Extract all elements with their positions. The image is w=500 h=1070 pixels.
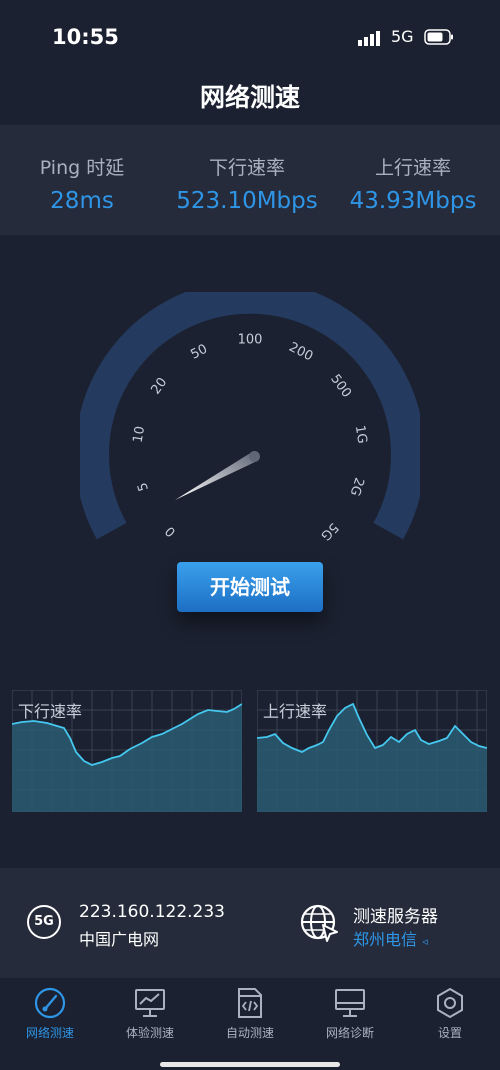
download-stat: 下行速率 523.10Mbps [162,153,332,214]
gauge-ticks: 0 5 10 20 50 100 200 500 1G 2G 5G [131,333,370,543]
download-graph: 下行速率 [11,689,243,813]
upload-value: 43.93Mbps [349,188,477,214]
gauge-needle [175,452,257,500]
globe-cursor-icon[interactable] [299,903,341,945]
gauge-tick-label: 0 [163,523,179,539]
gauge-tick-label: 5 [135,480,152,493]
monitor-chart-icon [135,989,165,1017]
ip-address: 223.160.122.233 [79,902,226,922]
tab-network-speed[interactable]: 网络测速 [10,986,90,1041]
start-test-button[interactable]: 开始测试 [177,562,323,612]
server-label: 测速服务器 [353,907,438,927]
5g-badge-icon: 5G [27,905,61,939]
gauge-tick-label: 2G [347,476,367,498]
download-graph-label: 下行速率 [18,702,83,721]
upload-graph-label: 上行速率 [263,702,328,721]
tab-settings[interactable]: 设置 [410,986,490,1041]
tab-label: 网络诊断 [325,1026,374,1040]
gauge-tick-label: 50 [188,342,210,363]
ping-value: 28ms [50,188,114,214]
server-selector[interactable]: 郑州电信 ◃ [353,926,428,950]
download-value: 523.10Mbps [176,188,318,214]
bottom-tab-bar: 网络测速 体验测速 自动测速 网络诊断 设置 [0,980,500,1070]
tab-auto-speed[interactable]: 自动测速 [210,986,290,1041]
gauge-tick-label: 100 [238,333,263,348]
tab-label: 自动测速 [225,1026,274,1040]
status-bar: 10:55 5G [0,0,500,70]
tab-label: 体验测速 [125,1026,174,1040]
gauge-tick-label: 10 [131,425,148,444]
isp-name: 中国广电网 [79,930,160,949]
home-indicator [160,1062,340,1067]
stats-panel: Ping 时延 28ms 下行速率 523.10Mbps 上行速率 43.93M… [0,125,500,235]
download-label: 下行速率 [208,157,285,179]
tab-network-diagnosis[interactable]: 网络诊断 [310,986,390,1041]
upload-stat: 上行速率 43.93Mbps [328,153,498,214]
ping-stat: Ping 时延 28ms [0,153,167,214]
gauge-tick-label: 1G [352,424,370,444]
server-arrow-icon[interactable]: ◃ [422,935,428,948]
network-type: 5G [391,27,414,46]
page-title: 网络测速 [199,83,300,112]
hexagon-gear-icon [437,987,463,1019]
tab-label: 设置 [437,1026,462,1040]
gauge-needle-hub [249,451,260,462]
gauge-tick-label: 500 [327,372,354,401]
battery-icon [424,29,453,45]
upload-label: 上行速率 [374,157,451,179]
gauge-tick-label: 200 [286,340,315,365]
ping-label: Ping 时延 [39,157,125,179]
cellular-signal-icon [358,31,380,46]
speedometer-icon [34,987,66,1019]
monitor-icon [335,989,365,1017]
gauge-tick-label: 5G [317,519,341,543]
speed-gauge: 0 5 10 20 50 100 200 500 1G 2G 5G [80,292,420,543]
tab-experience-speed[interactable]: 体验测速 [110,986,190,1041]
gauge-tick-label: 20 [148,375,170,397]
status-time: 10:55 [52,25,119,49]
upload-graph: 上行速率 [256,689,488,813]
tab-label: 网络测速 [25,1026,74,1040]
code-file-icon [238,988,262,1018]
server-name[interactable]: 郑州电信 [353,930,417,949]
